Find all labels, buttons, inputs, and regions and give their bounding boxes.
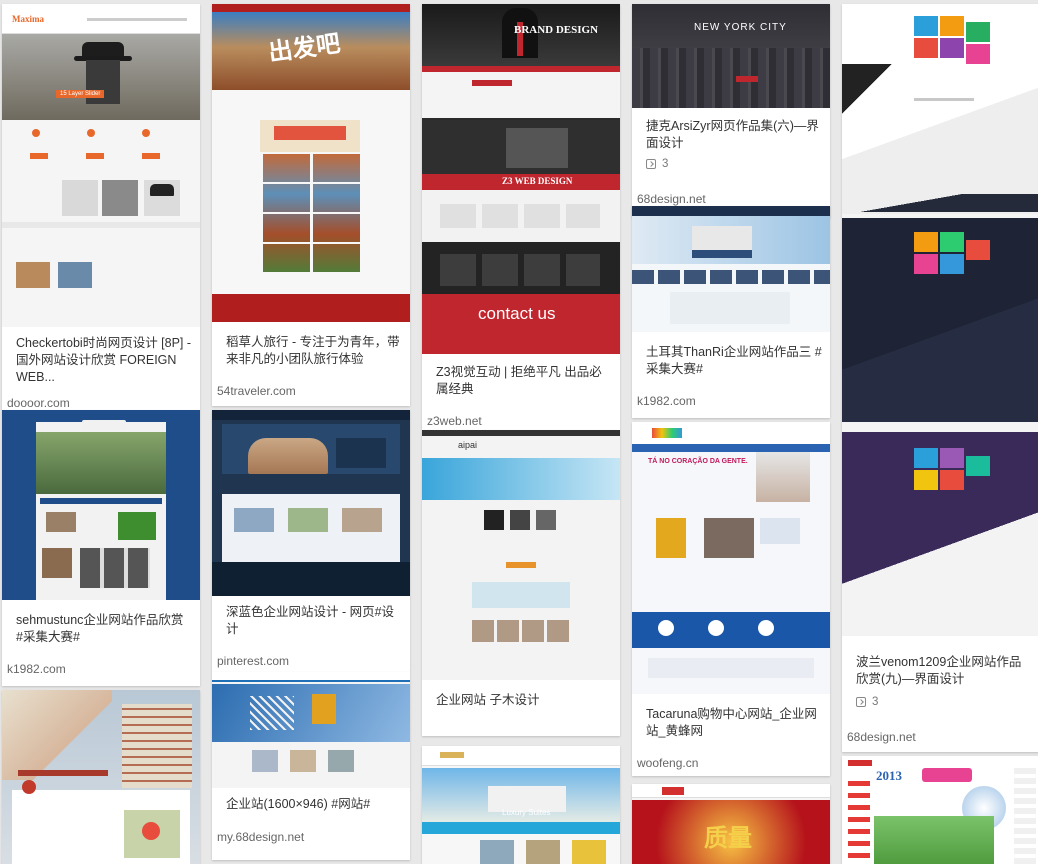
pin-caption: 土耳其ThanRi企业网站作品三 #采集大赛# <box>646 345 822 376</box>
thumb-2013-text: 2013 <box>876 768 902 783</box>
pin-source[interactable]: doooor.com <box>2 396 200 410</box>
thumb-logo: Maxima <box>12 14 44 24</box>
pin-source[interactable]: z3web.net <box>422 414 620 428</box>
pin-card-istanbul[interactable] <box>2 690 200 864</box>
pin-card-aipai[interactable]: aipai 企业网站 子木设计 <box>422 430 620 736</box>
thumb-aipai-logo: aipai <box>458 440 478 450</box>
thumb-z3-text: Z3 WEB DESIGN <box>502 176 573 186</box>
pin-source[interactable]: k1982.com <box>632 394 830 408</box>
pin-thumbnail[interactable] <box>842 4 1038 636</box>
pin-caption: Z3视觉互动 | 拒绝平凡 出品必属经典 <box>436 365 602 396</box>
pin-source[interactable]: 68design.net <box>632 192 830 206</box>
pin-thumbnail[interactable]: aipai <box>422 430 620 680</box>
pin-thumbnail[interactable]: 2013 <box>842 756 1038 864</box>
pin-card-corp1600[interactable]: 企业站(1600×946) #网站# my.68design.net <box>212 672 410 860</box>
pin-card-tacaruna[interactable]: TÁ NO CORAÇÃO DA GENTE. Tacaruna购物中心网站_企… <box>632 422 830 776</box>
pin-thumbnail[interactable]: Luxury Suites <box>422 746 620 864</box>
pin-card-nyc[interactable]: NEW YORK CITY 捷克ArsiZyr网页作品集(六)—界面设计 3 6… <box>632 4 830 218</box>
pin-card-thanri[interactable]: 土耳其ThanRi企业网站作品三 #采集大赛# k1982.com <box>632 206 830 418</box>
repin-count: 3 <box>662 158 669 170</box>
pin-thumbnail[interactable]: BRAND DESIGN Z3 WEB DESIGN contact us <box>422 4 620 354</box>
pin-thumbnail[interactable]: NEW YORK CITY <box>632 4 830 108</box>
pin-source[interactable]: 68design.net <box>842 730 1038 744</box>
slider-badge: 15 Layer Slider <box>56 90 105 98</box>
pin-thumbnail[interactable]: Maxima 15 Layer Slider <box>2 4 200 327</box>
pin-thumbnail[interactable] <box>2 410 200 600</box>
pin-card-deepblue[interactable]: 深蓝色企业网站设计 - 网页#设计 pinterest.com <box>212 410 410 672</box>
thumb-tacaruna-text: TÁ NO CORAÇÃO DA GENTE. <box>648 458 748 465</box>
pin-card-venom[interactable]: 波兰venom1209企业网站作品欣赏(九)—界面设计 3 68design.n… <box>842 4 1038 752</box>
pin-card-z3[interactable]: BRAND DESIGN Z3 WEB DESIGN contact us Z3… <box>422 4 620 430</box>
pin-source[interactable]: 54traveler.com <box>212 384 410 398</box>
thumb-nyc-text: NEW YORK CITY <box>694 22 787 33</box>
pin-card-luxury[interactable]: Luxury Suites <box>422 746 620 864</box>
pin-caption: 稻草人旅行 - 专注于为青年，带来非凡的小团队旅行体验 <box>226 335 400 366</box>
repin-icon <box>856 697 866 707</box>
pin-source[interactable]: pinterest.com <box>212 654 410 668</box>
pin-caption: 企业网站 子木设计 <box>436 693 540 707</box>
pin-card-quality[interactable]: 质量 <box>632 784 830 864</box>
pin-card-korea2013[interactable]: 2013 <box>842 756 1038 864</box>
thumb-quality-text: 质量 <box>704 826 752 852</box>
pin-caption: sehmustunc企业网站作品欣赏 #采集大赛# <box>16 613 184 644</box>
pin-thumbnail[interactable]: 质量 <box>632 784 830 864</box>
thumb-luxury-text: Luxury Suites <box>502 808 551 817</box>
pin-thumbnail[interactable] <box>212 410 410 596</box>
pin-thumbnail[interactable]: 出发吧 <box>212 4 410 322</box>
pin-card-travel[interactable]: 出发吧 稻草人旅行 - 专注于为青年，带来非凡的小团队旅行体验 54travel… <box>212 4 410 406</box>
pin-caption: 波兰venom1209企业网站作品欣赏(九)—界面设计 <box>856 655 1022 686</box>
repin-count: 3 <box>872 696 879 708</box>
pin-repins: 3 <box>856 696 878 708</box>
pin-card-sehmus[interactable]: sehmustunc企业网站作品欣赏 #采集大赛# k1982.com <box>2 410 200 686</box>
pin-caption: 企业站(1600×946) #网站# <box>226 797 371 811</box>
pin-caption: 深蓝色企业网站设计 - 网页#设计 <box>226 605 395 636</box>
pin-source[interactable]: woofeng.cn <box>632 756 830 770</box>
thumb-brand-text: BRAND DESIGN <box>514 24 599 36</box>
pin-thumbnail[interactable] <box>2 690 200 864</box>
pin-thumbnail[interactable]: TÁ NO CORAÇÃO DA GENTE. <box>632 422 830 694</box>
pin-card-checkerboard[interactable]: Maxima 15 Layer Slider Checkertobi时尚网页设计… <box>2 4 200 410</box>
pin-thumbnail[interactable] <box>212 672 410 788</box>
pin-caption: Checkertobi时尚网页设计 [8P] - 国外网站设计欣赏 FOREIG… <box>16 336 192 384</box>
repin-icon <box>646 159 656 169</box>
pin-caption: 捷克ArsiZyr网页作品集(六)—界面设计 <box>646 119 819 150</box>
pin-source[interactable]: k1982.com <box>2 662 200 676</box>
pin-repins: 3 <box>646 158 668 170</box>
thumb-contact-text: contact us <box>478 304 556 323</box>
pin-caption: Tacaruna购物中心网站_企业网站_黄蜂网 <box>646 707 817 738</box>
pin-source[interactable]: my.68design.net <box>212 830 410 844</box>
pin-thumbnail[interactable] <box>632 206 830 332</box>
